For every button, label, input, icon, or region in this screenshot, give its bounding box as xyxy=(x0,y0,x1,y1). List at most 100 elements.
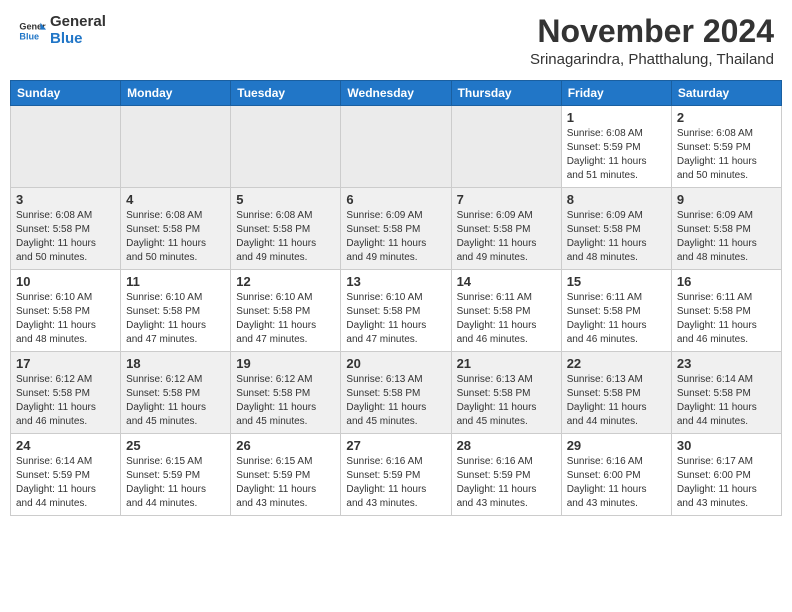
calendar-cell: 27 Sunrise: 6:16 AMSunset: 5:59 PMDayligh… xyxy=(341,434,451,516)
weekday-header-friday: Friday xyxy=(561,81,671,106)
day-number: 25 xyxy=(126,438,225,453)
calendar-cell: 10Sunrise: 6:10 AMSunset: 5:58 PMDayligh… xyxy=(11,270,121,352)
calendar-cell: 26 Sunrise: 6:15 AMSunset: 5:59 PMDayligh… xyxy=(231,434,341,516)
month-title: November 2024 xyxy=(530,14,774,49)
calendar-week-row: 10 Sunrise: 6:10 AMSunset: 5:58 PMDayligh… xyxy=(11,270,782,352)
calendar-cell: 15 Sunrise: 6:11 AMSunset: 5:58 PMDayligh… xyxy=(561,270,671,352)
calendar-table: SundayMondayTuesdayWednesdayThursdayFrid… xyxy=(10,80,782,516)
calendar-cell: 6 Sunrise: 6:09 AMSunset: 5:58 PMDaylight… xyxy=(341,188,451,270)
day-info: Sunrise: 6:08 AMSunset: 5:58 PMDaylight:… xyxy=(16,209,115,265)
day-number: 20 xyxy=(346,356,445,371)
day-number: 6 xyxy=(346,192,445,207)
weekday-header-monday: Monday xyxy=(121,81,231,106)
day-number: 29 xyxy=(567,438,666,453)
day-number: 19 xyxy=(236,356,335,371)
calendar-cell: 9Sunrise: 6:09 AMSunset: 5:58 PMDaylight… xyxy=(671,188,781,270)
calendar-cell: 19 Sunrise: 6:12 AMSunset: 5:58 PMDayligh… xyxy=(231,352,341,434)
day-info: Sunrise: 6:08 AMSunset: 5:59 PMDaylight:… xyxy=(567,127,666,183)
day-number: 15 xyxy=(567,274,666,289)
day-number: 23 xyxy=(677,356,776,371)
day-number: 28 xyxy=(457,438,556,453)
day-number: 26 xyxy=(236,438,335,453)
day-info: Sunrise: 6:10 AMSunset: 5:58 PMDaylight:… xyxy=(126,291,225,347)
day-number: 22 xyxy=(567,356,666,371)
day-info: Sunrise: 6:12 AMSunset: 5:58 PMDaylight:… xyxy=(16,373,115,429)
logo-icon: General Blue xyxy=(18,17,46,45)
day-number: 2 xyxy=(677,110,776,125)
day-number: 7 xyxy=(457,192,556,207)
day-info: Sunrise: 6:09 AMSunset: 5:58 PMDaylight:… xyxy=(677,209,776,265)
calendar-cell: 17Sunrise: 6:12 AMSunset: 5:58 PMDayligh… xyxy=(11,352,121,434)
day-info: Sunrise: 6:12 AMSunset: 5:58 PMDaylight:… xyxy=(236,373,335,429)
weekday-header-saturday: Saturday xyxy=(671,81,781,106)
svg-text:Blue: Blue xyxy=(19,31,39,41)
day-number: 27 xyxy=(346,438,445,453)
calendar-cell: 1 Sunrise: 6:08 AMSunset: 5:59 PMDaylight… xyxy=(561,106,671,188)
calendar-cell xyxy=(341,106,451,188)
day-number: 5 xyxy=(236,192,335,207)
calendar-cell xyxy=(231,106,341,188)
calendar-cell: 22 Sunrise: 6:13 AMSunset: 5:58 PMDayligh… xyxy=(561,352,671,434)
day-info: Sunrise: 6:14 AMSunset: 5:58 PMDaylight:… xyxy=(677,373,776,429)
calendar-week-row: 17Sunrise: 6:12 AMSunset: 5:58 PMDayligh… xyxy=(11,352,782,434)
day-info: Sunrise: 6:08 AMSunset: 5:58 PMDaylight:… xyxy=(236,209,335,265)
day-info: Sunrise: 6:11 AMSunset: 5:58 PMDaylight:… xyxy=(567,291,666,347)
calendar-cell xyxy=(121,106,231,188)
day-info: Sunrise: 6:16 AMSunset: 5:59 PMDaylight:… xyxy=(457,455,556,511)
calendar-cell: 12 Sunrise: 6:10 AMSunset: 5:58 PMDayligh… xyxy=(231,270,341,352)
day-info: Sunrise: 6:11 AMSunset: 5:58 PMDaylight:… xyxy=(457,291,556,347)
calendar-header-row: SundayMondayTuesdayWednesdayThursdayFrid… xyxy=(11,81,782,106)
logo-general-text: General xyxy=(50,14,106,31)
day-number: 18 xyxy=(126,356,225,371)
calendar-cell: 24Sunrise: 6:14 AMSunset: 5:59 PMDayligh… xyxy=(11,434,121,516)
calendar-cell: 30 Sunrise: 6:17 AMSunset: 6:00 PMDayligh… xyxy=(671,434,781,516)
calendar-cell: 29 Sunrise: 6:16 AMSunset: 6:00 PMDayligh… xyxy=(561,434,671,516)
day-info: Sunrise: 6:16 AMSunset: 5:59 PMDaylight:… xyxy=(346,455,445,511)
day-number: 14 xyxy=(457,274,556,289)
day-info: Sunrise: 6:08 AMSunset: 5:58 PMDaylight:… xyxy=(126,209,225,265)
calendar-cell: 13 Sunrise: 6:10 AMSunset: 5:58 PMDayligh… xyxy=(341,270,451,352)
day-number: 13 xyxy=(346,274,445,289)
day-info: Sunrise: 6:08 AMSunset: 5:59 PMDaylight:… xyxy=(677,127,776,183)
weekday-header-sunday: Sunday xyxy=(11,81,121,106)
calendar-week-row: 1 Sunrise: 6:08 AMSunset: 5:59 PMDaylight… xyxy=(11,106,782,188)
calendar-cell: 2 Sunrise: 6:08 AMSunset: 5:59 PMDaylight… xyxy=(671,106,781,188)
logo: General Blue General Blue xyxy=(18,14,106,47)
day-number: 30 xyxy=(677,438,776,453)
day-info: Sunrise: 6:13 AMSunset: 5:58 PMDaylight:… xyxy=(346,373,445,429)
weekday-header-thursday: Thursday xyxy=(451,81,561,106)
day-number: 3 xyxy=(16,192,115,207)
day-info: Sunrise: 6:09 AMSunset: 5:58 PMDaylight:… xyxy=(457,209,556,265)
day-info: Sunrise: 6:10 AMSunset: 5:58 PMDaylight:… xyxy=(346,291,445,347)
calendar-week-row: 24Sunrise: 6:14 AMSunset: 5:59 PMDayligh… xyxy=(11,434,782,516)
calendar-cell: 14 Sunrise: 6:11 AMSunset: 5:58 PMDayligh… xyxy=(451,270,561,352)
day-info: Sunrise: 6:10 AMSunset: 5:58 PMDaylight:… xyxy=(236,291,335,347)
day-info: Sunrise: 6:15 AMSunset: 5:59 PMDaylight:… xyxy=(126,455,225,511)
title-block: November 2024 Srinagarindra, Phatthalung… xyxy=(530,14,774,68)
day-info: Sunrise: 6:14 AMSunset: 5:59 PMDaylight:… xyxy=(16,455,115,511)
day-number: 1 xyxy=(567,110,666,125)
day-number: 21 xyxy=(457,356,556,371)
calendar-cell: 25 Sunrise: 6:15 AMSunset: 5:59 PMDayligh… xyxy=(121,434,231,516)
day-info: Sunrise: 6:09 AMSunset: 5:58 PMDaylight:… xyxy=(346,209,445,265)
calendar-cell: 5 Sunrise: 6:08 AMSunset: 5:58 PMDaylight… xyxy=(231,188,341,270)
logo-blue-text: Blue xyxy=(50,31,106,48)
calendar-cell: 23 Sunrise: 6:14 AMSunset: 5:58 PMDayligh… xyxy=(671,352,781,434)
weekday-header-wednesday: Wednesday xyxy=(341,81,451,106)
day-info: Sunrise: 6:17 AMSunset: 6:00 PMDaylight:… xyxy=(677,455,776,511)
day-info: Sunrise: 6:15 AMSunset: 5:59 PMDaylight:… xyxy=(236,455,335,511)
day-number: 4 xyxy=(126,192,225,207)
weekday-header-tuesday: Tuesday xyxy=(231,81,341,106)
calendar-cell: 18 Sunrise: 6:12 AMSunset: 5:58 PMDayligh… xyxy=(121,352,231,434)
page-header: General Blue General Blue November 2024 … xyxy=(10,10,782,72)
calendar-cell: 4 Sunrise: 6:08 AMSunset: 5:58 PMDaylight… xyxy=(121,188,231,270)
calendar-cell xyxy=(11,106,121,188)
day-number: 10 xyxy=(16,274,115,289)
calendar-cell: 7 Sunrise: 6:09 AMSunset: 5:58 PMDaylight… xyxy=(451,188,561,270)
day-info: Sunrise: 6:09 AMSunset: 5:58 PMDaylight:… xyxy=(567,209,666,265)
day-info: Sunrise: 6:13 AMSunset: 5:58 PMDaylight:… xyxy=(567,373,666,429)
calendar-cell xyxy=(451,106,561,188)
day-info: Sunrise: 6:12 AMSunset: 5:58 PMDaylight:… xyxy=(126,373,225,429)
day-number: 12 xyxy=(236,274,335,289)
day-info: Sunrise: 6:16 AMSunset: 6:00 PMDaylight:… xyxy=(567,455,666,511)
